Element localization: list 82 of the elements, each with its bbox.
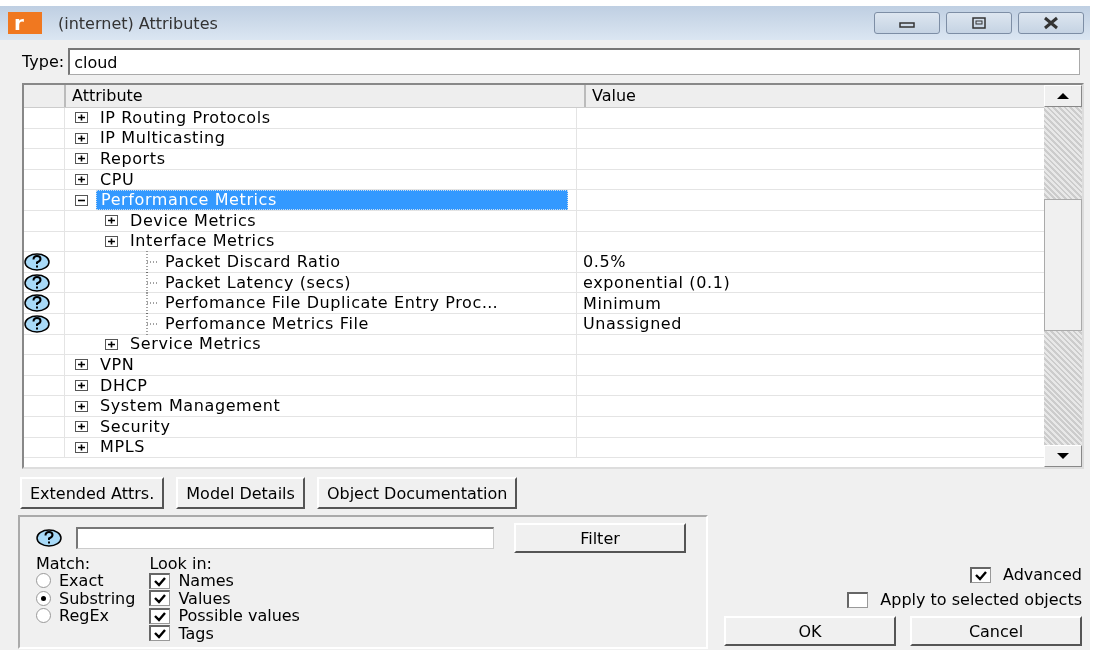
option-label[interactable]: Apply to selected objects xyxy=(880,591,1082,608)
tree-item[interactable]: Perfomance Metrics File xyxy=(161,314,373,333)
help-icon xyxy=(24,273,50,292)
scroll-down-button[interactable] xyxy=(1044,445,1082,467)
cancel-button[interactable]: Cancel xyxy=(910,616,1082,646)
value-cell: Unassigned xyxy=(583,314,683,334)
tree-item[interactable]: CPU xyxy=(96,170,139,189)
expand-icon[interactable] xyxy=(75,132,88,144)
value-cell: 0.5% xyxy=(583,252,627,272)
ok-button[interactable]: OK xyxy=(724,616,896,646)
option-label[interactable]: Values xyxy=(178,589,231,607)
tree-item[interactable]: Perfomance File Duplicate Entry Proc… xyxy=(161,294,503,313)
match-label: Match: xyxy=(36,555,92,572)
expand-icon[interactable] xyxy=(105,338,118,350)
tree-item[interactable]: Reports xyxy=(96,150,170,168)
app-icon: r xyxy=(8,12,42,34)
column-header[interactable]: Value xyxy=(586,85,1044,107)
tree-item[interactable]: Packet Discard Ratio xyxy=(161,252,345,271)
scrollbar[interactable] xyxy=(1044,85,1082,467)
maximize-button[interactable] xyxy=(946,12,1012,34)
option-label[interactable]: RegEx xyxy=(59,607,109,625)
action-button[interactable]: Extended Attrs. xyxy=(20,477,165,509)
tree-item[interactable]: IP Multicasting xyxy=(96,129,230,148)
help-icon xyxy=(36,529,62,547)
tree-item[interactable]: System Management xyxy=(96,397,285,416)
option-label[interactable]: Substring xyxy=(59,589,136,607)
value-cell: Minimum xyxy=(583,293,662,313)
tree-item[interactable]: Device Metrics xyxy=(126,211,261,230)
look-in-label: Look in: xyxy=(149,555,213,572)
tree-item[interactable]: VPN xyxy=(96,355,139,374)
help-icon xyxy=(24,252,50,271)
filter-button[interactable]: Filter xyxy=(514,523,686,553)
expand-icon[interactable] xyxy=(75,174,88,186)
tree-item[interactable]: Security xyxy=(96,417,175,436)
checkbox[interactable] xyxy=(149,590,171,607)
radio-button[interactable] xyxy=(36,608,51,624)
type-field[interactable]: cloud xyxy=(68,48,1080,75)
up-arrow-icon xyxy=(1056,92,1070,100)
scroll-thumb[interactable] xyxy=(1044,199,1082,331)
filter-field[interactable] xyxy=(76,527,494,549)
radio-button[interactable] xyxy=(36,573,51,589)
option-label[interactable]: Tags xyxy=(178,624,214,642)
expand-icon[interactable] xyxy=(75,153,88,165)
tree-item[interactable]: Interface Metrics xyxy=(126,232,279,251)
expand-icon[interactable] xyxy=(75,380,88,391)
column-header[interactable]: Attribute xyxy=(66,85,586,107)
option-label[interactable]: Exact xyxy=(59,572,104,590)
expand-icon[interactable] xyxy=(105,215,118,227)
tree-item[interactable]: Packet Latency (secs) xyxy=(161,273,356,292)
checkbox[interactable] xyxy=(969,566,991,583)
value-cell: exponential (0.1) xyxy=(583,273,731,293)
expand-icon[interactable] xyxy=(75,112,88,124)
close-button[interactable] xyxy=(1018,12,1084,34)
expand-icon[interactable] xyxy=(75,441,88,453)
expand-icon[interactable] xyxy=(75,400,88,412)
action-button[interactable]: Model Details xyxy=(176,477,305,509)
maximize-icon xyxy=(970,16,988,30)
close-icon xyxy=(1042,16,1060,30)
checkbox[interactable] xyxy=(149,572,171,589)
checkbox[interactable] xyxy=(847,591,869,608)
tree-item[interactable]: Service Metrics xyxy=(126,335,266,354)
expand-icon[interactable] xyxy=(105,235,118,247)
checkbox[interactable] xyxy=(149,625,171,642)
option-label[interactable]: Possible values xyxy=(178,607,300,625)
tree-item[interactable]: MPLS xyxy=(96,438,149,457)
tree-item[interactable]: DHCP xyxy=(96,376,152,395)
checkbox[interactable] xyxy=(149,607,171,624)
window-title: (internet) Attributes xyxy=(58,13,219,33)
action-button[interactable]: Object Documentation xyxy=(316,477,518,509)
option-label[interactable]: Names xyxy=(178,572,234,590)
radio-button[interactable] xyxy=(36,590,51,606)
scroll-up-button[interactable] xyxy=(1044,85,1082,107)
type-label: Type: xyxy=(22,52,65,71)
expand-icon[interactable] xyxy=(75,359,88,371)
expand-icon[interactable] xyxy=(75,421,88,433)
help-icon xyxy=(24,314,50,333)
down-arrow-icon xyxy=(1056,452,1070,460)
option-label[interactable]: Advanced xyxy=(1002,566,1082,583)
tree-item[interactable]: IP Routing Protocols xyxy=(96,108,275,127)
help-icon xyxy=(24,294,50,313)
minimize-button[interactable] xyxy=(874,12,940,34)
collapse-icon[interactable] xyxy=(75,194,88,206)
